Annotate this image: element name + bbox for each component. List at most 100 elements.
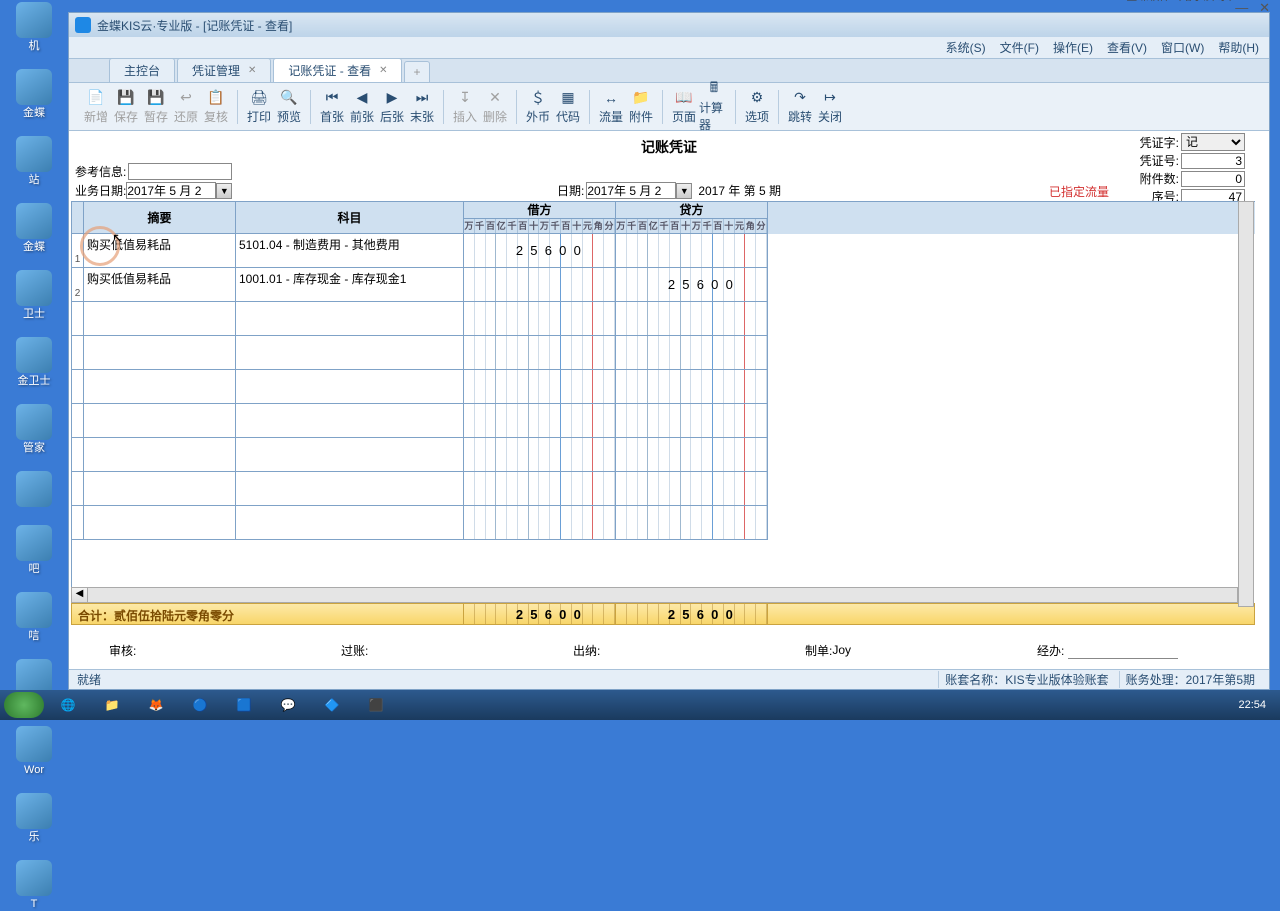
tab[interactable]: 主控台: [109, 58, 175, 82]
toolbar-外币[interactable]: ＄外币: [523, 89, 553, 125]
taskbar-icon[interactable]: 🦊: [136, 693, 176, 717]
add-tab-button[interactable]: +: [404, 61, 429, 82]
cell-subject[interactable]: 1001.01 - 库存现金 - 库存现金1: [236, 268, 464, 302]
menu-item[interactable]: 文件(F): [1000, 39, 1039, 56]
table-row[interactable]: 1购买低值易耗品5101.04 - 制造费用 - 其他费用25600: [72, 234, 1255, 268]
table-row[interactable]: [72, 370, 1255, 404]
cell-debit[interactable]: [464, 404, 616, 438]
cell-debit[interactable]: [464, 302, 616, 336]
start-button[interactable]: [4, 692, 44, 718]
cell-credit[interactable]: [616, 438, 768, 472]
taskbar-icon[interactable]: 🔵: [180, 693, 220, 717]
desktop-icon[interactable]: 金卫士: [8, 337, 60, 388]
table-row[interactable]: [72, 302, 1255, 336]
toolbar-预览[interactable]: 🔍预览: [274, 89, 304, 125]
cell-credit[interactable]: [616, 506, 768, 540]
cell-summary[interactable]: [84, 370, 236, 404]
toolbar-页面[interactable]: 📖页面: [669, 89, 699, 125]
table-row[interactable]: 2购买低值易耗品1001.01 - 库存现金 - 库存现金125600: [72, 268, 1255, 302]
table-row[interactable]: [72, 472, 1255, 506]
toolbar-关闭[interactable]: ↦关闭: [815, 89, 845, 125]
cell-debit[interactable]: [464, 438, 616, 472]
desktop-icon[interactable]: 卫士: [8, 270, 60, 321]
close-icon[interactable]: ✕: [379, 65, 387, 76]
cell-summary[interactable]: [84, 438, 236, 472]
cell-subject[interactable]: [236, 506, 464, 540]
cell-summary[interactable]: [84, 336, 236, 370]
toolbar-前张[interactable]: ◀前张: [347, 89, 377, 125]
cell-subject[interactable]: [236, 404, 464, 438]
hscrollbar[interactable]: ◀▶: [71, 587, 1254, 603]
date-dropdown[interactable]: ▼: [676, 183, 692, 199]
cell-credit[interactable]: [616, 234, 768, 268]
date-input[interactable]: [586, 182, 676, 199]
desktop-icon[interactable]: 乐: [8, 793, 60, 844]
table-row[interactable]: [72, 438, 1255, 472]
tab[interactable]: 记账凭证 - 查看✕: [273, 58, 402, 82]
toolbar-代码[interactable]: ▦代码: [553, 89, 583, 125]
cell-summary[interactable]: [84, 472, 236, 506]
handler-input[interactable]: [1068, 641, 1178, 659]
taskbar-icon[interactable]: 🔷: [312, 693, 352, 717]
taskbar-icon[interactable]: 💬: [268, 693, 308, 717]
cell-summary[interactable]: [84, 302, 236, 336]
menu-item[interactable]: 查看(V): [1107, 39, 1147, 56]
toolbar-附件[interactable]: 📁附件: [626, 89, 656, 125]
close-icon[interactable]: ✕: [248, 65, 256, 76]
biz-date-input[interactable]: [126, 182, 216, 199]
cell-debit[interactable]: [464, 472, 616, 506]
menu-item[interactable]: 系统(S): [946, 39, 986, 56]
cell-summary[interactable]: 购买低值易耗品: [84, 234, 236, 268]
toolbar-末张[interactable]: ⏭末张: [407, 89, 437, 125]
toolbar-选项[interactable]: ⚙选项: [742, 89, 772, 125]
desktop-icon[interactable]: 站: [8, 136, 60, 187]
desktop-icon[interactable]: T: [8, 860, 60, 911]
cell-debit[interactable]: 25600: [464, 234, 616, 268]
cell-subject[interactable]: [236, 302, 464, 336]
menu-item[interactable]: 窗口(W): [1161, 39, 1204, 56]
cell-subject[interactable]: [236, 336, 464, 370]
toolbar-计算器[interactable]: 🖩计算器: [699, 80, 729, 133]
desktop-icon[interactable]: 管家: [8, 404, 60, 455]
cell-summary[interactable]: [84, 506, 236, 540]
desktop-icon[interactable]: 唁: [8, 592, 60, 643]
cell-credit[interactable]: 25600: [616, 268, 768, 302]
taskbar-clock[interactable]: 22:54: [1238, 699, 1276, 711]
taskbar-icon[interactable]: 🟦: [224, 693, 264, 717]
cell-credit[interactable]: [616, 404, 768, 438]
voucher-word-select[interactable]: 记: [1181, 133, 1245, 151]
cell-credit[interactable]: [616, 370, 768, 404]
table-row[interactable]: [72, 404, 1255, 438]
cell-debit[interactable]: [464, 336, 616, 370]
toolbar-首张[interactable]: ⏮首张: [317, 89, 347, 125]
cell-debit[interactable]: [464, 370, 616, 404]
cell-subject[interactable]: [236, 370, 464, 404]
table-row[interactable]: [72, 506, 1255, 540]
vscrollbar[interactable]: [1238, 201, 1254, 607]
desktop-icon[interactable]: 吧: [8, 525, 60, 576]
desktop-icon[interactable]: 金蝶: [8, 69, 60, 120]
cell-subject[interactable]: 5101.04 - 制造费用 - 其他费用: [236, 234, 464, 268]
menu-item[interactable]: 帮助(H): [1218, 39, 1259, 56]
menu-item[interactable]: 操作(E): [1053, 39, 1093, 56]
toolbar-打印[interactable]: 🖨打印: [244, 89, 274, 125]
tab[interactable]: 凭证管理✕: [177, 58, 271, 82]
biz-date-dropdown[interactable]: ▼: [216, 183, 232, 199]
desktop-icon[interactable]: Wor: [8, 726, 60, 777]
cell-subject[interactable]: [236, 472, 464, 506]
cell-credit[interactable]: [616, 302, 768, 336]
toolbar-流量[interactable]: ↔流量: [596, 89, 626, 125]
desktop-icon[interactable]: 金蝶: [8, 203, 60, 254]
cell-credit[interactable]: [616, 472, 768, 506]
cell-subject[interactable]: [236, 438, 464, 472]
desktop-icon[interactable]: 机: [8, 2, 60, 53]
cell-summary[interactable]: [84, 404, 236, 438]
cell-summary[interactable]: 购买低值易耗品: [84, 268, 236, 302]
toolbar-后张[interactable]: ▶后张: [377, 89, 407, 125]
voucher-no-input[interactable]: [1181, 153, 1245, 169]
taskbar[interactable]: 🌐 📁 🦊 🔵 🟦 💬 🔷 ⬛ 22:54: [0, 690, 1280, 720]
taskbar-icon[interactable]: 📁: [92, 693, 132, 717]
toolbar-跳转[interactable]: ↷跳转: [785, 89, 815, 125]
taskbar-icon[interactable]: 🌐: [48, 693, 88, 717]
cell-debit[interactable]: [464, 268, 616, 302]
